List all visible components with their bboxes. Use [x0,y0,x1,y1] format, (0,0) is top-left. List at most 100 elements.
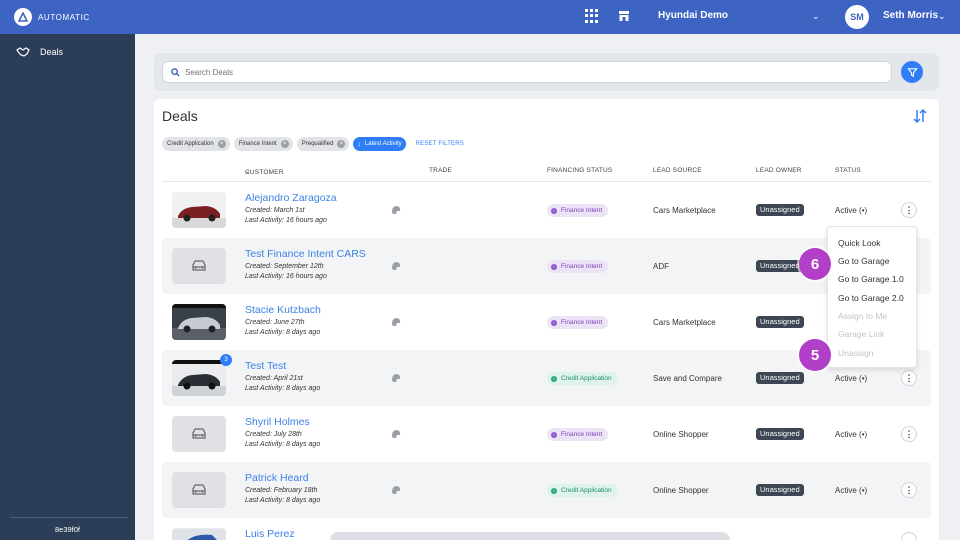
column-customer[interactable]: CUSTOMER ⌄ [245,167,283,176]
dealership-icon[interactable] [617,9,631,23]
menu-item-assign-to-me: Assign to Me [838,311,888,321]
lead-source: ADF [653,262,669,271]
status-label: Active (•) [835,374,868,383]
customer-name[interactable]: Patrick Heard [245,472,309,484]
more-actions-button[interactable]: ⋮ [901,426,917,442]
column-trade: TRADE [429,167,453,174]
sort-chip[interactable]: ↓ Latest Activity [353,137,406,151]
created-date: Created: June 27th [245,319,305,326]
filter-icon [906,67,918,77]
row-actions-menu: Quick Look Go to Garage Go to Garage 1.0… [827,226,917,368]
brand-name: AUTOMATIC [38,12,90,22]
sidebar: Deals 8e39f0f [0,34,135,540]
top-bar: AUTOMATIC Hyundai Demo ⌄ SM Seth Morris … [0,0,960,34]
page-title: Deals [162,108,198,124]
vehicle-thumbnail[interactable] [172,304,226,340]
more-actions-button[interactable]: ⋮ [901,370,917,386]
divider [10,517,128,518]
close-icon[interactable]: × [280,140,289,148]
more-actions-button[interactable]: ⋮ [901,482,917,498]
search-panel [154,53,939,91]
menu-item-garage-link: Garage Link [838,329,885,339]
customer-name[interactable]: Stacie Kutzbach [245,304,321,316]
vehicle-thumbnail[interactable] [172,192,226,228]
step-marker-5: 5 [799,339,831,371]
photo-count-badge: 3 [220,354,232,366]
chevron-down-icon[interactable]: ⌄ [812,11,820,22]
version-label: 8e39f0f [54,525,81,534]
lead-source: Cars Marketplace [653,206,716,215]
chevron-down-icon[interactable]: ⌄ [938,11,946,22]
car-placeholder-icon [192,428,206,439]
sort-icon[interactable] [912,108,928,124]
menu-item-quick-look[interactable]: Quick Look [838,238,881,248]
column-lead-source: LEAD SOURCE [653,167,702,174]
vehicle-thumbnail[interactable] [172,360,226,396]
column-status: STATUS [835,167,861,174]
customer-name[interactable]: Luis Perez [245,528,295,540]
created-date: Created: March 1st [245,207,305,214]
created-date: Created: February 18th [245,487,318,494]
last-activity: Last Activity: 16 hours ago [245,217,327,224]
vehicle-thumbnail[interactable] [172,472,226,508]
search-box[interactable] [162,61,892,83]
lead-source: Cars Marketplace [653,318,716,327]
vehicle-thumbnail[interactable] [172,248,226,284]
automatic-logo-icon [14,8,32,26]
financing-status-badge: ✓ Finance Intent [547,204,609,217]
customer-name[interactable]: Shyril Holmes [245,416,310,428]
financing-status-badge: ✓ Credit Application [547,372,618,385]
dealer-selector[interactable]: Hyundai Demo [658,10,728,21]
sidebar-item-label: Deals [40,47,64,57]
status-label: Active (•) [835,486,868,495]
apps-grid-icon[interactable] [585,9,599,23]
last-activity: Last Activity: 8 days ago [245,329,321,336]
close-icon[interactable]: × [337,140,346,148]
trade-in-icon [392,486,401,494]
user-menu[interactable]: Seth Morris [883,10,938,21]
search-input[interactable] [185,67,865,77]
status-label: Active (•) [835,430,868,439]
close-icon[interactable]: × [217,140,226,148]
bottom-toast-edge [330,532,730,540]
customer-name[interactable]: Test Finance Intent CARS [245,248,366,260]
avatar[interactable]: SM [845,5,869,29]
sidebar-item-deals[interactable]: Deals [0,34,135,58]
last-activity: Last Activity: 16 hours ago [245,273,327,280]
trade-in-icon [392,430,401,438]
lead-source: Online Shopper [653,430,709,439]
filter-chip[interactable]: Credit Application × [162,137,230,151]
filter-chip[interactable]: Prequalified × [296,137,350,151]
financing-status-badge: ✓ Finance Intent [547,260,609,273]
handshake-icon [16,47,30,57]
column-lead-owner: LEAD OWNER [756,167,802,174]
column-financing-status: FINANCING STATUS [547,167,613,174]
financing-status-badge: ✓ Credit Application [547,484,618,497]
lead-source: Online Shopper [653,486,709,495]
live-signal-icon: (•) [859,430,868,439]
more-actions-button[interactable]: ⋮ [901,202,917,218]
trade-in-icon [392,374,401,382]
created-date: Created: April 21st [245,375,303,382]
menu-item-go-to-garage[interactable]: Go to Garage [838,256,890,266]
search-icon [171,67,180,77]
status-label: Active (•) [835,206,868,215]
customer-name[interactable]: Alejandro Zaragoza [245,192,337,204]
menu-item-go-to-garage-2[interactable]: Go to Garage 2.0 [838,293,904,303]
car-placeholder-icon [192,260,206,271]
vehicle-thumbnail[interactable] [172,528,226,540]
lead-owner-badge: Unassigned [756,484,804,496]
live-signal-icon: (•) [859,374,868,383]
last-activity: Last Activity: 8 days ago [245,497,321,504]
filter-button[interactable] [901,61,923,83]
vehicle-thumbnail[interactable] [172,416,226,452]
customer-name[interactable]: Test Test [245,360,286,372]
lead-owner-badge: Unassigned [756,428,804,440]
brand[interactable]: AUTOMATIC [14,8,90,26]
lead-owner-badge: Unassigned [756,260,804,272]
filter-chip[interactable]: Finance Intent × [233,137,293,151]
reset-filters-link[interactable]: RESET FILTERS [416,141,464,147]
live-signal-icon: (•) [859,206,868,215]
menu-item-go-to-garage-1[interactable]: Go to Garage 1.0 [838,274,904,284]
lead-source: Save and Compare [653,374,722,383]
